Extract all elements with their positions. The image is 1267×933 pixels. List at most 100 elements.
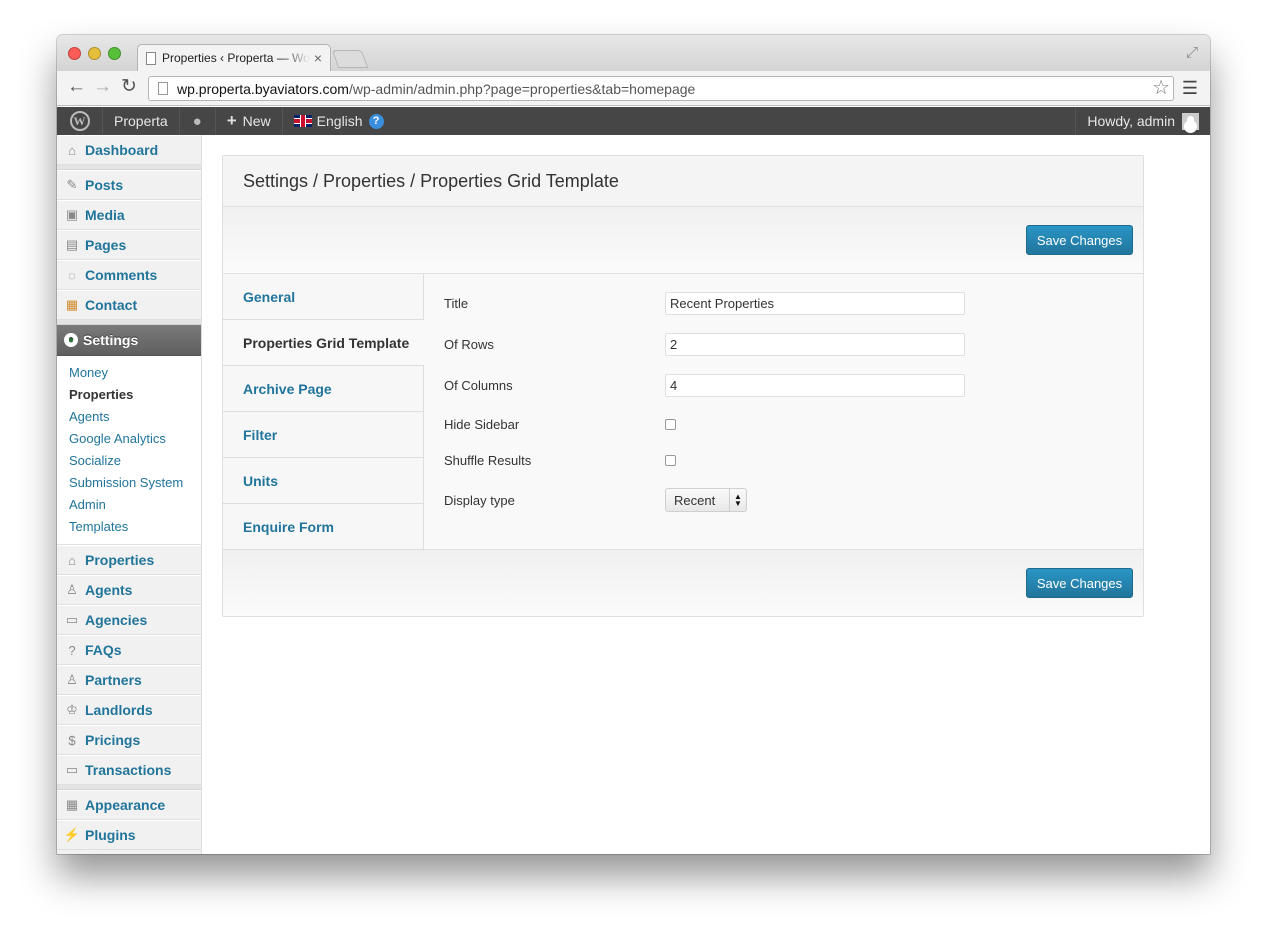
minimize-window-icon[interactable] xyxy=(88,47,101,60)
wp-logo-button[interactable]: W xyxy=(57,107,103,135)
display-type-select[interactable]: Recent ▲ ▼ xyxy=(665,488,747,512)
top-actions-bar: Save Changes xyxy=(223,207,1143,274)
close-window-icon[interactable] xyxy=(68,47,81,60)
forward-icon[interactable]: → xyxy=(93,77,112,97)
new-tab-button[interactable] xyxy=(331,50,369,68)
tab-archive-page[interactable]: Archive Page xyxy=(223,366,423,412)
rows-input[interactable]: 2 xyxy=(665,333,965,356)
sidebar-item-faqs[interactable]: ? FAQs xyxy=(57,635,201,665)
submenu-item-admin[interactable]: Admin xyxy=(57,494,201,516)
submenu-item-socialize[interactable]: Socialize xyxy=(57,450,201,472)
address-bar[interactable]: wp.properta.byaviators.com/wp-admin/admi… xyxy=(148,76,1174,101)
display-type-label: Display type xyxy=(444,492,515,508)
sidebar-item-landlords[interactable]: ♔ Landlords xyxy=(57,695,201,725)
settings-submenu: Money Properties Agents Google Analytics… xyxy=(57,356,201,545)
page-icon xyxy=(146,51,156,65)
submenu-item-submission-system[interactable]: Submission System xyxy=(57,472,201,494)
submenu-item-templates[interactable]: Templates xyxy=(57,516,201,538)
save-button-bottom[interactable]: Save Changes xyxy=(1026,568,1133,598)
handshake-icon: ♙ xyxy=(66,672,78,687)
appearance-icon: ▦ xyxy=(65,797,79,812)
house-icon: ⌂ xyxy=(68,552,76,568)
select-arrows-icon: ▲ ▼ xyxy=(729,489,746,511)
sidebar-item-appearance[interactable]: ▦ Appearance xyxy=(57,790,201,820)
tab-enquire-form[interactable]: Enquire Form xyxy=(223,504,423,550)
panel-body: General Properties Grid Template Archive… xyxy=(223,274,1143,550)
sidebar-item-label: Comments xyxy=(85,267,158,283)
title-label: Title xyxy=(444,296,469,311)
sidebar-item-label: FAQs xyxy=(85,642,122,658)
sidebar-item-label: Landlords xyxy=(85,702,153,718)
sidebar-item-transactions[interactable]: ▭ Transactions xyxy=(57,755,201,785)
shuffle-checkbox[interactable] xyxy=(665,455,676,466)
browser-tab[interactable]: Properties ‹ Properta — WordPress × xyxy=(137,44,331,71)
save-button-top[interactable]: Save Changes xyxy=(1026,225,1133,255)
person-icon: ♙ xyxy=(66,582,78,597)
sidebar-item-pages[interactable]: ▤ Pages xyxy=(57,230,201,260)
rows-label: Of Rows xyxy=(444,337,494,352)
pages-icon: ▤ xyxy=(65,237,79,252)
sidebar-item-label: Appearance xyxy=(85,797,166,813)
columns-input[interactable]: 4 xyxy=(665,374,965,397)
star-icon[interactable]: ☆ xyxy=(1152,77,1170,99)
home-icon: ⌂ xyxy=(68,142,76,158)
sidebar-item-comments[interactable]: ◌ Comments xyxy=(57,260,201,290)
sidebar-item-posts[interactable]: ✎ Posts xyxy=(57,170,201,200)
reload-icon[interactable]: ↻ xyxy=(121,77,137,97)
hide-sidebar-checkbox[interactable] xyxy=(665,419,676,430)
site-name-link[interactable]: Properta xyxy=(103,107,180,135)
tab-properties-grid-template[interactable]: Properties Grid Template xyxy=(223,320,424,366)
tab-units[interactable]: Units xyxy=(223,458,423,504)
help-icon[interactable]: ? xyxy=(368,113,384,129)
wordpress-icon: W xyxy=(69,111,90,131)
sidebar-item-media[interactable]: ▣ Media xyxy=(57,200,201,230)
sidebar-item-label: Agents xyxy=(85,582,133,598)
tab-general[interactable]: General xyxy=(223,274,423,320)
sidebar-item-pricings[interactable]: $ Pricings xyxy=(57,725,201,755)
account-menu[interactable]: Howdy, admin xyxy=(1075,107,1210,135)
comments-bubble-icon[interactable]: ● xyxy=(180,107,216,135)
sidebar-item-label: Transactions xyxy=(85,762,172,778)
display-type-row: Display type Recent ▲ ▼ xyxy=(444,488,747,512)
page-title: Settings / Properties / Properties Grid … xyxy=(223,156,1143,207)
tab-close-icon[interactable]: × xyxy=(314,50,322,66)
menu-icon[interactable]: ☰ xyxy=(1182,78,1198,98)
submenu-item-money[interactable]: Money xyxy=(57,362,201,384)
dollar-icon: $ xyxy=(68,732,76,748)
language-switcher[interactable]: English ? xyxy=(283,107,395,135)
sidebar-item-settings[interactable]: ● Settings xyxy=(57,325,201,356)
settings-panel: Settings / Properties / Properties Grid … xyxy=(222,155,1144,617)
tab-filter[interactable]: Filter xyxy=(223,412,423,458)
sidebar-item-agencies[interactable]: ▭ Agencies xyxy=(57,605,201,635)
plug-icon: ⚡ xyxy=(63,827,81,842)
zoom-window-icon[interactable] xyxy=(108,47,121,60)
fullscreen-icon[interactable]: ⤢ xyxy=(1186,44,1198,61)
sidebar-item-agents[interactable]: ♙ Agents xyxy=(57,575,201,605)
sidebar-item-label: Pricings xyxy=(85,732,141,748)
url-host: wp.properta.byaviators.com xyxy=(177,80,349,97)
shuffle-row: Shuffle Results xyxy=(444,453,676,468)
bottom-actions-bar: Save Changes xyxy=(223,550,1143,616)
submenu-item-google-analytics[interactable]: Google Analytics xyxy=(57,428,201,450)
avatar xyxy=(1182,112,1199,130)
title-input[interactable]: Recent Properties xyxy=(665,292,965,315)
sidebar-item-label: Partners xyxy=(85,672,142,688)
tab-title: Properties ‹ Properta — WordPress xyxy=(162,51,310,65)
howdy-label: Howdy, admin xyxy=(1087,113,1175,129)
settings-icon: ● xyxy=(64,333,78,347)
contact-icon: ▦ xyxy=(65,297,79,312)
settings-tabs: General Properties Grid Template Archive… xyxy=(223,274,424,550)
sidebar-item-dashboard[interactable]: ⌂ Dashboard xyxy=(57,135,201,165)
media-icon: ▣ xyxy=(65,207,79,222)
sidebar-item-partners[interactable]: ♙ Partners xyxy=(57,665,201,695)
new-content-button[interactable]: + New xyxy=(216,107,283,135)
uk-flag-icon xyxy=(293,115,312,127)
submenu-item-properties[interactable]: Properties xyxy=(57,384,201,406)
back-icon[interactable]: ← xyxy=(67,77,86,97)
sidebar-item-properties[interactable]: ⌂ Properties xyxy=(57,545,201,575)
sidebar-item-plugins[interactable]: ⚡ Plugins xyxy=(57,820,201,850)
sidebar-item-contact[interactable]: ▦ Contact xyxy=(57,290,201,320)
title-bar: Properties ‹ Properta — WordPress × ⤢ xyxy=(57,35,1210,71)
sidebar-item-label: Pages xyxy=(85,237,127,253)
submenu-item-agents[interactable]: Agents xyxy=(57,406,201,428)
